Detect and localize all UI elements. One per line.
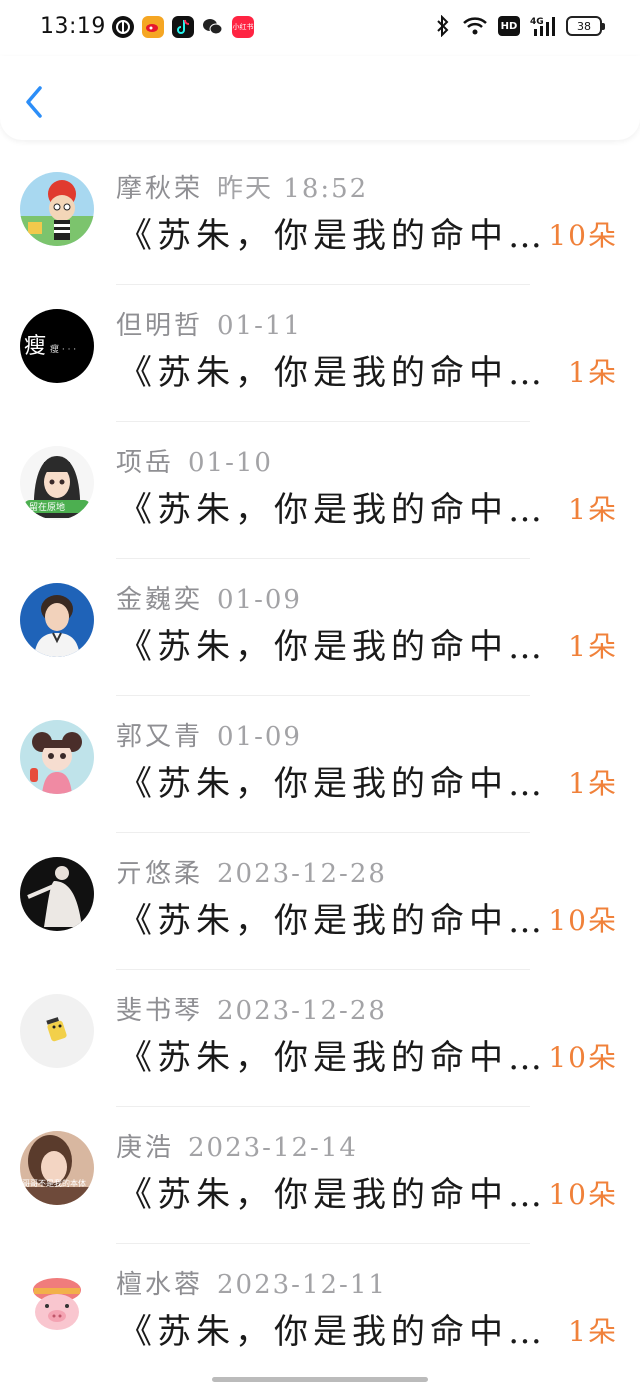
avatar	[20, 994, 94, 1068]
hd-badge: HD	[498, 16, 520, 36]
list-item[interactable]: 瘦 瘦 · · · 但明哲 01-11 《苏朱，你是我的命中… 1朵	[0, 285, 640, 422]
battery-icon: 38	[566, 16, 605, 36]
flower-count: 1朵	[568, 356, 618, 389]
avatar	[20, 720, 94, 794]
svg-text:瘦 · · ·: 瘦 · · ·	[50, 343, 76, 355]
avatar	[20, 1268, 94, 1342]
svg-text:4G: 4G	[530, 17, 544, 27]
page: 13:19 小红书 HD 4G 38 摩秋荣 昨天 18:52 《苏朱，你是我的…	[0, 0, 640, 1387]
flower-count: 1朵	[568, 1315, 618, 1348]
message-preview: 《苏朱，你是我的命中…	[118, 1038, 547, 1078]
sender-info: 庚浩 2023-12-14	[116, 1127, 358, 1164]
message-preview: 《苏朱，你是我的命中…	[118, 1312, 547, 1352]
send-date: 01-10	[188, 448, 273, 478]
sender-name: 亓悠柔	[116, 859, 204, 889]
message-preview: 《苏朱，你是我的命中…	[118, 901, 547, 941]
app-1-icon	[112, 16, 134, 38]
avatar-text: 哥哥不是我的本体	[22, 1178, 86, 1188]
sender-info: 项岳 01-10	[116, 442, 273, 479]
message-preview: 《苏朱，你是我的命中…	[118, 627, 547, 667]
avatar-text: 留在原地	[29, 501, 65, 513]
message-preview: 《苏朱，你是我的命中…	[118, 490, 547, 530]
list-item[interactable]: 金巍奕 01-09 《苏朱，你是我的命中… 1朵	[0, 559, 640, 696]
flower-count: 10朵	[548, 904, 618, 937]
send-date: 01-09	[217, 722, 302, 752]
sender-name: 金巍奕	[116, 585, 204, 615]
sender-info: 摩秋荣 昨天 18:52	[116, 168, 368, 205]
flower-count: 10朵	[548, 1041, 618, 1074]
list-item[interactable]: 留在原地 项岳 01-10 《苏朱，你是我的命中… 1朵	[0, 422, 640, 559]
sender-info: 但明哲 01-11	[116, 305, 302, 342]
avatar	[20, 583, 94, 657]
tiktok-icon	[172, 16, 194, 38]
sender-name: 郭又青	[116, 722, 204, 752]
back-button[interactable]	[18, 82, 54, 122]
list-item[interactable]: 哥哥不是我的本体 庚浩 2023-12-14 《苏朱，你是我的命中… 10朵	[0, 1107, 640, 1244]
list-item[interactable]: 斐书琴 2023-12-28 《苏朱，你是我的命中… 10朵	[0, 970, 640, 1107]
list-item[interactable]: 檀水蓉 2023-12-11 《苏朱，你是我的命中… 1朵	[0, 1244, 640, 1381]
sender-name: 但明哲	[116, 311, 204, 341]
send-date: 昨天 18:52	[217, 174, 369, 204]
xiaohongshu-icon: 小红书	[232, 16, 254, 38]
sender-name: 项岳	[116, 448, 175, 478]
send-date: 2023-12-28	[217, 859, 387, 889]
home-indicator[interactable]	[212, 1377, 428, 1382]
flower-count: 1朵	[568, 630, 618, 663]
flower-count: 1朵	[568, 493, 618, 526]
send-date: 2023-12-14	[188, 1133, 358, 1163]
wechat-icon	[202, 16, 224, 38]
status-time: 13:19	[40, 14, 106, 39]
wifi-icon	[462, 15, 488, 37]
bluetooth-icon	[434, 15, 452, 37]
flower-count: 10朵	[548, 219, 618, 252]
header	[0, 56, 640, 140]
flower-count: 1朵	[568, 767, 618, 800]
avatar: 瘦 瘦 · · ·	[20, 309, 94, 383]
sender-name: 斐书琴	[116, 996, 204, 1026]
sender-info: 郭又青 01-09	[116, 716, 302, 753]
message-preview: 《苏朱，你是我的命中…	[118, 1175, 547, 1215]
send-date: 2023-12-11	[217, 1270, 387, 1300]
avatar	[20, 172, 94, 246]
avatar: 留在原地	[20, 446, 94, 520]
avatar: 哥哥不是我的本体	[20, 1131, 94, 1205]
list-item[interactable]: 亓悠柔 2023-12-28 《苏朱，你是我的命中… 10朵	[0, 833, 640, 970]
flower-count: 10朵	[548, 1178, 618, 1211]
gift-record-list: 摩秋荣 昨天 18:52 《苏朱，你是我的命中… 10朵 瘦 瘦 · · · 但明…	[0, 148, 640, 1381]
message-preview: 《苏朱，你是我的命中…	[118, 216, 547, 256]
list-item[interactable]: 摩秋荣 昨天 18:52 《苏朱，你是我的命中… 10朵	[0, 148, 640, 285]
sender-name: 摩秋荣	[116, 174, 204, 204]
send-date: 01-11	[217, 311, 302, 341]
list-item[interactable]: 郭又青 01-09 《苏朱，你是我的命中… 1朵	[0, 696, 640, 833]
sender-info: 斐书琴 2023-12-28	[116, 990, 387, 1027]
sender-info: 檀水蓉 2023-12-11	[116, 1264, 387, 1301]
sender-info: 金巍奕 01-09	[116, 579, 302, 616]
send-date: 2023-12-28	[217, 996, 387, 1026]
sender-name: 檀水蓉	[116, 1270, 204, 1300]
sender-name: 庚浩	[116, 1133, 175, 1163]
system-status: HD 4G 38	[434, 15, 605, 37]
message-preview: 《苏朱，你是我的命中…	[118, 353, 547, 393]
sender-info: 亓悠柔 2023-12-28	[116, 853, 387, 890]
chevron-left-icon	[26, 86, 42, 118]
message-preview: 《苏朱，你是我的命中…	[118, 764, 547, 804]
avatar-text: 瘦	[24, 334, 46, 359]
status-bar: 13:19 小红书 HD 4G 38	[0, 0, 640, 56]
avatar	[20, 857, 94, 931]
notification-icons: 小红书	[112, 16, 254, 38]
weibo-icon	[142, 16, 164, 38]
send-date: 01-09	[217, 585, 302, 615]
signal-icon: 4G	[530, 15, 556, 37]
